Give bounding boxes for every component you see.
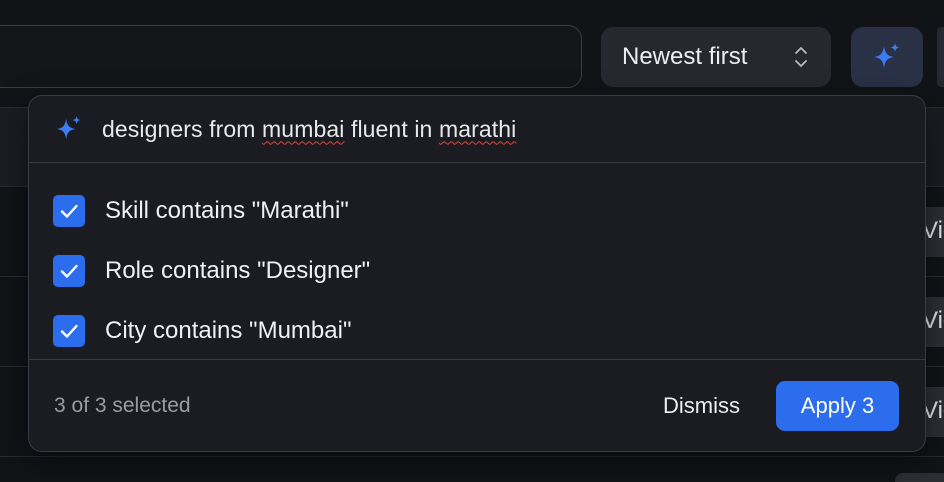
checkbox[interactable] [53,255,85,287]
checkbox[interactable] [53,315,85,347]
popover-footer: 3 of 3 selected Dismiss Apply 3 [29,360,925,451]
checkbox[interactable] [53,195,85,227]
check-icon [60,204,78,218]
sparkle-icon [56,115,81,140]
filter-item-role[interactable]: Role contains "Designer" [29,241,925,301]
filter-label: City contains "Mumbai" [105,317,352,344]
pagination-button[interactable] [895,473,944,482]
filter-label: Skill contains "Marathi" [105,197,349,224]
chevron-up-down-icon [795,47,807,67]
ai-filter-popover: designers from mumbai fluent in marathi … [28,95,926,452]
sparkle-icon [874,43,900,68]
search-input[interactable] [0,25,582,88]
query-text: designers from mumbai fluent in marathi [102,115,517,142]
filter-item-city[interactable]: City contains "Mumbai" [29,301,925,361]
apply-button[interactable]: Apply 3 [776,380,899,431]
sort-label: Newest first [622,43,748,70]
filter-list: Skill contains "Marathi" Role contains "… [29,163,925,360]
selected-count: 3 of 3 selected [54,393,191,417]
filter-item-skill[interactable]: Skill contains "Marathi" [29,181,925,241]
dismiss-button[interactable]: Dismiss [663,393,740,419]
check-icon [60,324,78,338]
sort-select[interactable]: Newest first [601,27,831,87]
filter-label: Role contains "Designer" [105,257,371,284]
query-row: designers from mumbai fluent in marathi [29,96,925,163]
check-icon [60,264,78,278]
ai-search-button[interactable] [851,27,923,87]
toolbar-edge [937,27,944,87]
